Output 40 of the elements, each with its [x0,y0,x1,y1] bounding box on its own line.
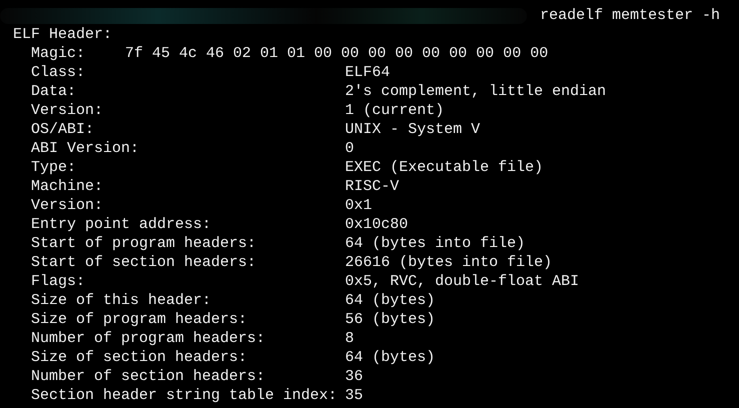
field-value: 0x5, RVC, double-float ABI [345,272,580,291]
field-label: Machine: [31,177,104,196]
field-value: 56 (bytes) [345,310,436,329]
field-label: OS/ABI: [31,120,96,139]
field-value: 64 (bytes) [345,291,436,310]
field-value: 8 [345,329,354,348]
field-label: Data: [31,82,78,101]
field-value: 2's complement, little endian [345,82,606,101]
field-label: Size of this header: [31,291,212,310]
field-label: Start of program headers: [31,234,258,253]
field-label: Entry point address: [31,215,212,234]
field-label: ABI Version: [31,139,140,158]
field-value: 64 (bytes) [345,348,436,367]
field-value: 0x10c80 [345,215,408,234]
field-value: 64 (bytes into file) [345,234,526,253]
field-label: Magic: [31,44,86,63]
field-label: Number of program headers: [31,329,266,348]
field-label: Size of program headers: [31,310,248,329]
field-value: 26616 (bytes into file) [345,253,552,272]
field-value: 36 [345,367,364,386]
field-label: Type: [31,158,78,177]
field-label: Class: [31,63,86,82]
field-value: EXEC (Executable file) [345,158,544,177]
header-title: ELF Header: [13,25,112,44]
field-label: Size of section headers: [31,348,248,367]
field-label: Version: [31,196,104,215]
field-value: RISC-V [345,177,400,196]
command-text: readelf memtester -h [540,6,720,25]
field-value: ELF64 [345,63,390,82]
field-label: Section header string table index: [31,386,338,405]
field-value: 0 [345,139,354,158]
field-value: 35 [345,386,364,405]
field-label: Flags: [31,272,86,291]
field-value: 7f 45 4c 46 02 01 01 00 00 00 00 00 00 00 00 00 [125,44,548,63]
field-label: Version: [31,101,104,120]
field-label: Start of section headers: [31,253,258,272]
field-label: Number of section headers: [31,367,266,386]
field-value: 1 (current) [345,101,444,120]
field-value: 0x1 [345,196,372,215]
field-value: UNIX - System V [345,120,480,139]
